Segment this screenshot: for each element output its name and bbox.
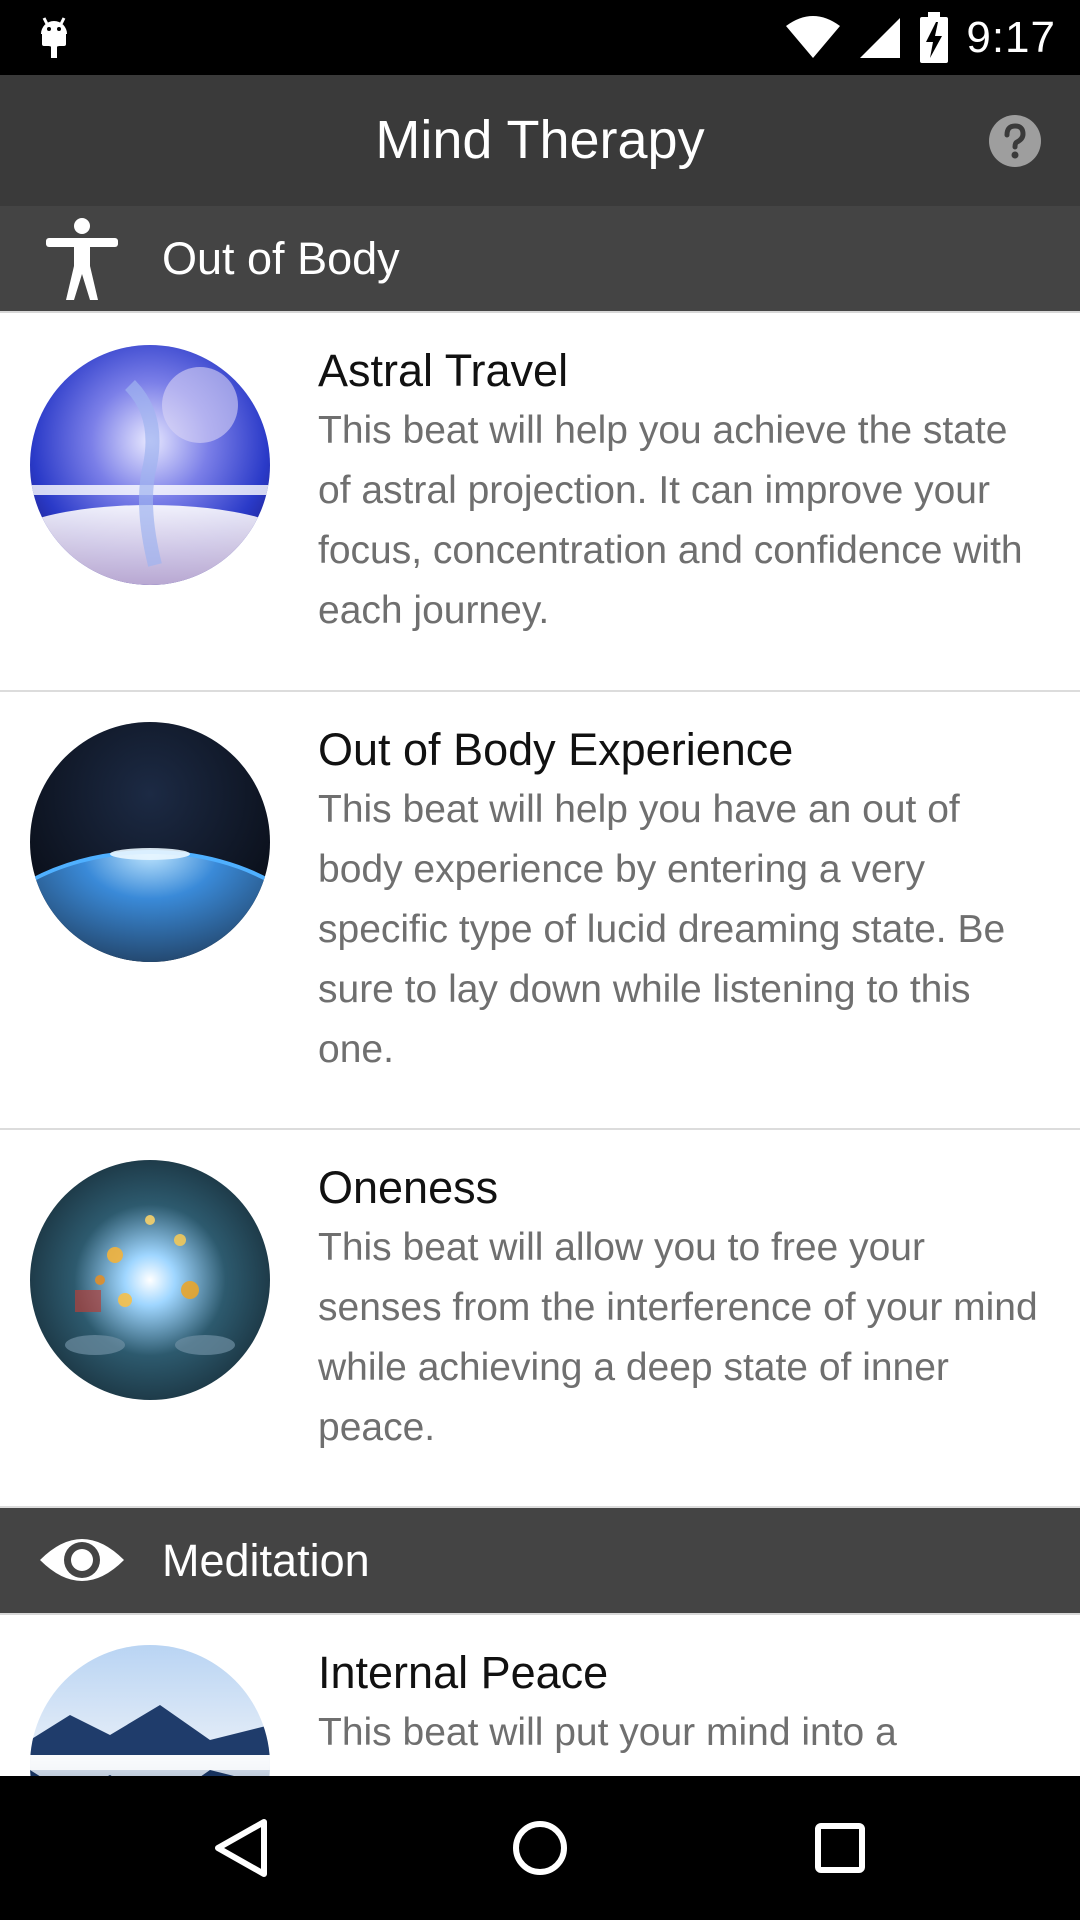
section-label: Out of Body xyxy=(162,233,400,284)
mountain-lake-image xyxy=(30,1645,270,1776)
back-triangle-icon[interactable] xyxy=(204,1812,276,1884)
section-header-out-of-body: Out of Body xyxy=(0,206,1080,313)
status-time: 9:17 xyxy=(966,12,1056,62)
status-bar: 9:17 xyxy=(0,0,1080,75)
wifi-icon xyxy=(786,15,841,58)
help-icon[interactable] xyxy=(988,114,1042,168)
list-item-internal-peace[interactable]: Internal Peace This beat will put your m… xyxy=(0,1615,1080,1776)
list-item-out-of-body-experience[interactable]: Out of Body Experience This beat will he… xyxy=(0,692,1080,1130)
item-title: Oneness xyxy=(318,1162,499,1213)
accessibility-person-icon xyxy=(46,218,118,300)
beat-list[interactable]: Out of Body Astral Travel This beat will… xyxy=(0,206,1080,1776)
app-bar: Mind Therapy xyxy=(0,75,1080,208)
eye-icon xyxy=(40,1539,124,1581)
item-description: This beat will help you achieve the stat… xyxy=(318,409,1023,632)
section-label: Meditation xyxy=(162,1535,370,1586)
item-title: Internal Peace xyxy=(318,1647,609,1698)
app-title: Mind Therapy xyxy=(375,110,705,170)
navigation-bar xyxy=(0,1776,1080,1920)
item-title: Out of Body Experience xyxy=(318,724,794,775)
astral-travel-image xyxy=(30,345,270,585)
battery-charging-icon xyxy=(920,11,949,63)
list-item-astral-travel[interactable]: Astral Travel This beat will help you ac… xyxy=(0,313,1080,692)
item-description: This beat will allow you to free your se… xyxy=(318,1226,1038,1449)
cosmic-face-image xyxy=(30,1160,270,1400)
item-description: This beat will help you have an out of b… xyxy=(318,788,1006,1071)
home-circle-icon[interactable] xyxy=(504,1812,576,1884)
earth-horizon-image xyxy=(30,722,270,962)
signal-icon xyxy=(860,17,901,58)
section-header-meditation: Meditation xyxy=(0,1508,1080,1615)
item-description: This beat will put your mind into a xyxy=(318,1711,897,1754)
recents-square-icon[interactable] xyxy=(804,1812,876,1884)
list-item-oneness[interactable]: Oneness This beat will allow you to free… xyxy=(0,1130,1080,1508)
status-icons: 9:17 xyxy=(784,0,1056,75)
android-debug-icon xyxy=(40,17,68,58)
item-title: Astral Travel xyxy=(318,345,569,396)
